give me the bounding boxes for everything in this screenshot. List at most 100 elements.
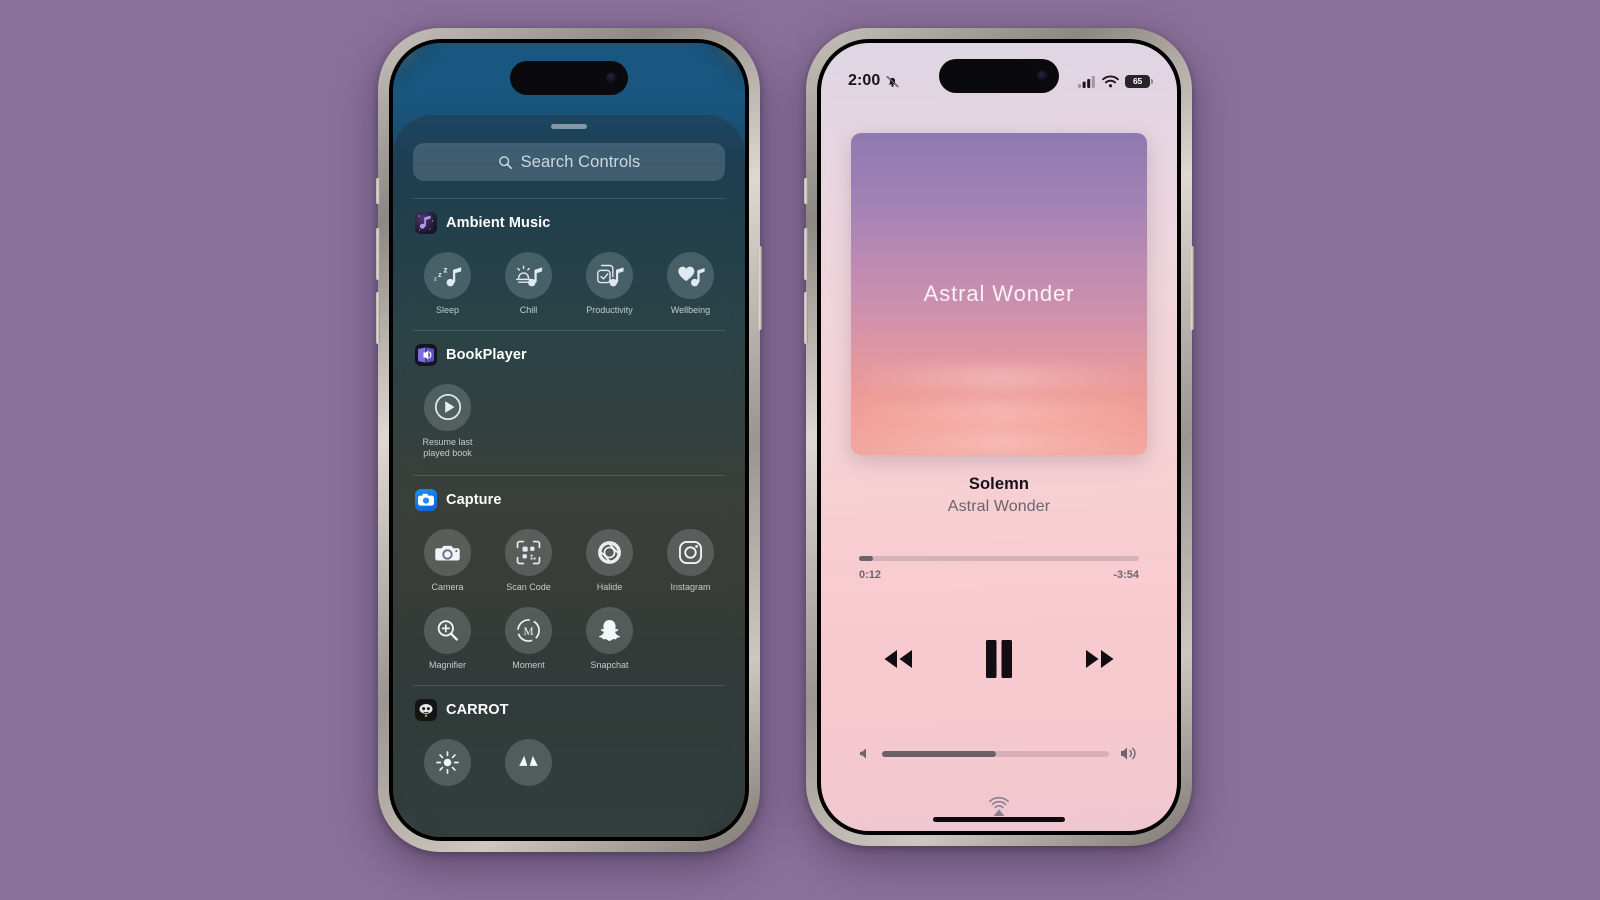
scrubber-rail[interactable] — [859, 556, 1139, 561]
heart-music-note-icon — [677, 266, 705, 286]
control-circle — [505, 738, 552, 786]
control-resume-last-played-book[interactable]: Resume last played book — [407, 374, 488, 459]
control-label: Halide — [596, 581, 623, 592]
section-app-name: CARROT — [446, 701, 509, 718]
section-app-name: BookPlayer — [446, 346, 527, 363]
control-productivity[interactable]: Productivity — [569, 242, 650, 316]
control-circle — [586, 528, 633, 576]
moment-m-icon: M — [517, 618, 540, 642]
fast-forward-button[interactable] — [1079, 645, 1121, 673]
sunset-music-note-icon — [515, 264, 542, 286]
volume-rail[interactable] — [882, 750, 1109, 757]
transport-controls — [821, 638, 1177, 680]
control-scan-code[interactable]: Scan Code — [488, 519, 569, 593]
cloud-band — [851, 365, 1147, 391]
svg-text:M: M — [523, 626, 533, 638]
mute-switch[interactable] — [804, 178, 808, 204]
section-header-carrot: CARROT — [393, 686, 745, 721]
control-circle — [424, 738, 471, 786]
search-controls-field[interactable]: Search Controls — [413, 143, 725, 181]
control-label: Camera — [431, 581, 464, 592]
bell-slash-icon — [886, 75, 899, 87]
control-carrot-radar[interactable] — [488, 729, 569, 792]
battery-level: 65 — [1132, 76, 1143, 86]
wifi-icon — [1102, 75, 1119, 87]
artwork-title: Astral Wonder — [923, 281, 1075, 306]
control-halide[interactable]: Halide — [569, 519, 650, 593]
airplay-icon — [989, 796, 1009, 816]
section-app-name: Capture — [446, 491, 502, 508]
volume-up-button[interactable] — [376, 228, 380, 280]
volume-fill — [882, 750, 996, 757]
volume-up-button[interactable] — [804, 228, 808, 280]
section-header-ambient-music: Ambient Music — [393, 199, 745, 234]
remaining-time: -3:54 — [1113, 569, 1139, 581]
power-button[interactable] — [758, 246, 762, 330]
snapchat-ghost-icon — [599, 619, 620, 641]
scrubber-fill — [859, 556, 873, 561]
svg-text:z: z — [433, 276, 436, 282]
control-snapchat[interactable]: Snapchat — [569, 597, 650, 671]
track-metadata: Solemn Astral Wonder — [821, 475, 1177, 516]
control-circle — [667, 528, 714, 576]
cloud-band — [851, 429, 1147, 455]
power-button[interactable] — [1190, 246, 1194, 330]
control-circle — [505, 252, 552, 299]
ambient-music-app-icon — [415, 212, 437, 234]
svg-text:z: z — [438, 271, 442, 278]
ambient-music-controls-grid: z z z Sleep Chill Productivity Wellbeing — [393, 242, 745, 316]
capture-app-icon — [415, 488, 437, 511]
control-circle — [586, 606, 633, 654]
control-chill[interactable]: Chill — [488, 242, 569, 316]
control-instagram[interactable]: Instagram — [650, 519, 731, 593]
control-sleep[interactable]: z z z Sleep — [407, 242, 488, 316]
capture-controls-grid: Camera Scan Code Halide Instagram Magnif… — [393, 519, 745, 671]
control-wellbeing[interactable]: Wellbeing — [650, 242, 731, 316]
radar-icon — [519, 755, 538, 766]
control-circle — [667, 252, 714, 299]
status-bar-clock: 2:00 — [848, 72, 881, 89]
mute-switch[interactable] — [376, 178, 380, 204]
play-pause-button[interactable] — [981, 638, 1017, 680]
qr-scan-icon — [516, 540, 541, 565]
control-label: Instagram — [670, 581, 711, 592]
battery-indicator: 65 — [1125, 74, 1153, 88]
control-label: Scan Code — [506, 581, 551, 592]
airplay-button[interactable] — [987, 795, 1011, 819]
control-circle — [505, 528, 552, 576]
control-carrot-sun[interactable] — [407, 729, 488, 792]
carrot-weather-app-icon — [415, 698, 437, 721]
svg-text:z: z — [443, 264, 447, 274]
album-artwork[interactable]: Astral Wonder — [851, 133, 1147, 455]
volume-slider[interactable] — [859, 746, 1139, 761]
fast-forward-icon — [1086, 650, 1114, 668]
status-bar: 2:00 65 — [821, 43, 1177, 99]
device-bezel: Search Controls Ambient Music z z z Slee… — [389, 39, 749, 841]
magnifier-plus-icon — [437, 620, 458, 641]
rewind-icon — [884, 650, 912, 668]
rewind-button[interactable] — [877, 645, 919, 673]
control-label: Productivity — [586, 305, 633, 315]
status-bar-left: 2:00 — [848, 72, 900, 90]
play-circle-icon — [434, 394, 461, 421]
control-label: Snapchat — [590, 659, 629, 670]
control-circle — [586, 252, 633, 299]
track-artist: Astral Wonder — [947, 498, 1051, 515]
cellular-bars-icon — [1078, 75, 1095, 88]
sun-icon — [436, 750, 459, 774]
playback-scrubber[interactable]: 0:12 -3:54 — [859, 556, 1139, 581]
control-label: Sleep — [435, 305, 460, 315]
home-indicator[interactable] — [933, 817, 1065, 822]
control-magnifier[interactable]: Magnifier — [407, 597, 488, 671]
device-bezel: 2:00 65 Astral Wonder Solemn Astral Wond… — [817, 39, 1181, 835]
sheet-grabber-handle[interactable] — [551, 124, 587, 129]
controls-gallery-sheet: Search Controls Ambient Music z z z Slee… — [393, 115, 745, 837]
control-moment[interactable]: M Moment — [488, 597, 569, 671]
dynamic-island — [510, 61, 628, 95]
volume-down-button[interactable] — [376, 292, 380, 344]
checkbox-music-note-icon — [596, 264, 624, 286]
bookplayer-app-icon — [415, 343, 437, 366]
volume-down-button[interactable] — [804, 292, 808, 344]
control-label: Magnifier — [428, 659, 466, 670]
control-camera[interactable]: Camera — [407, 519, 488, 593]
